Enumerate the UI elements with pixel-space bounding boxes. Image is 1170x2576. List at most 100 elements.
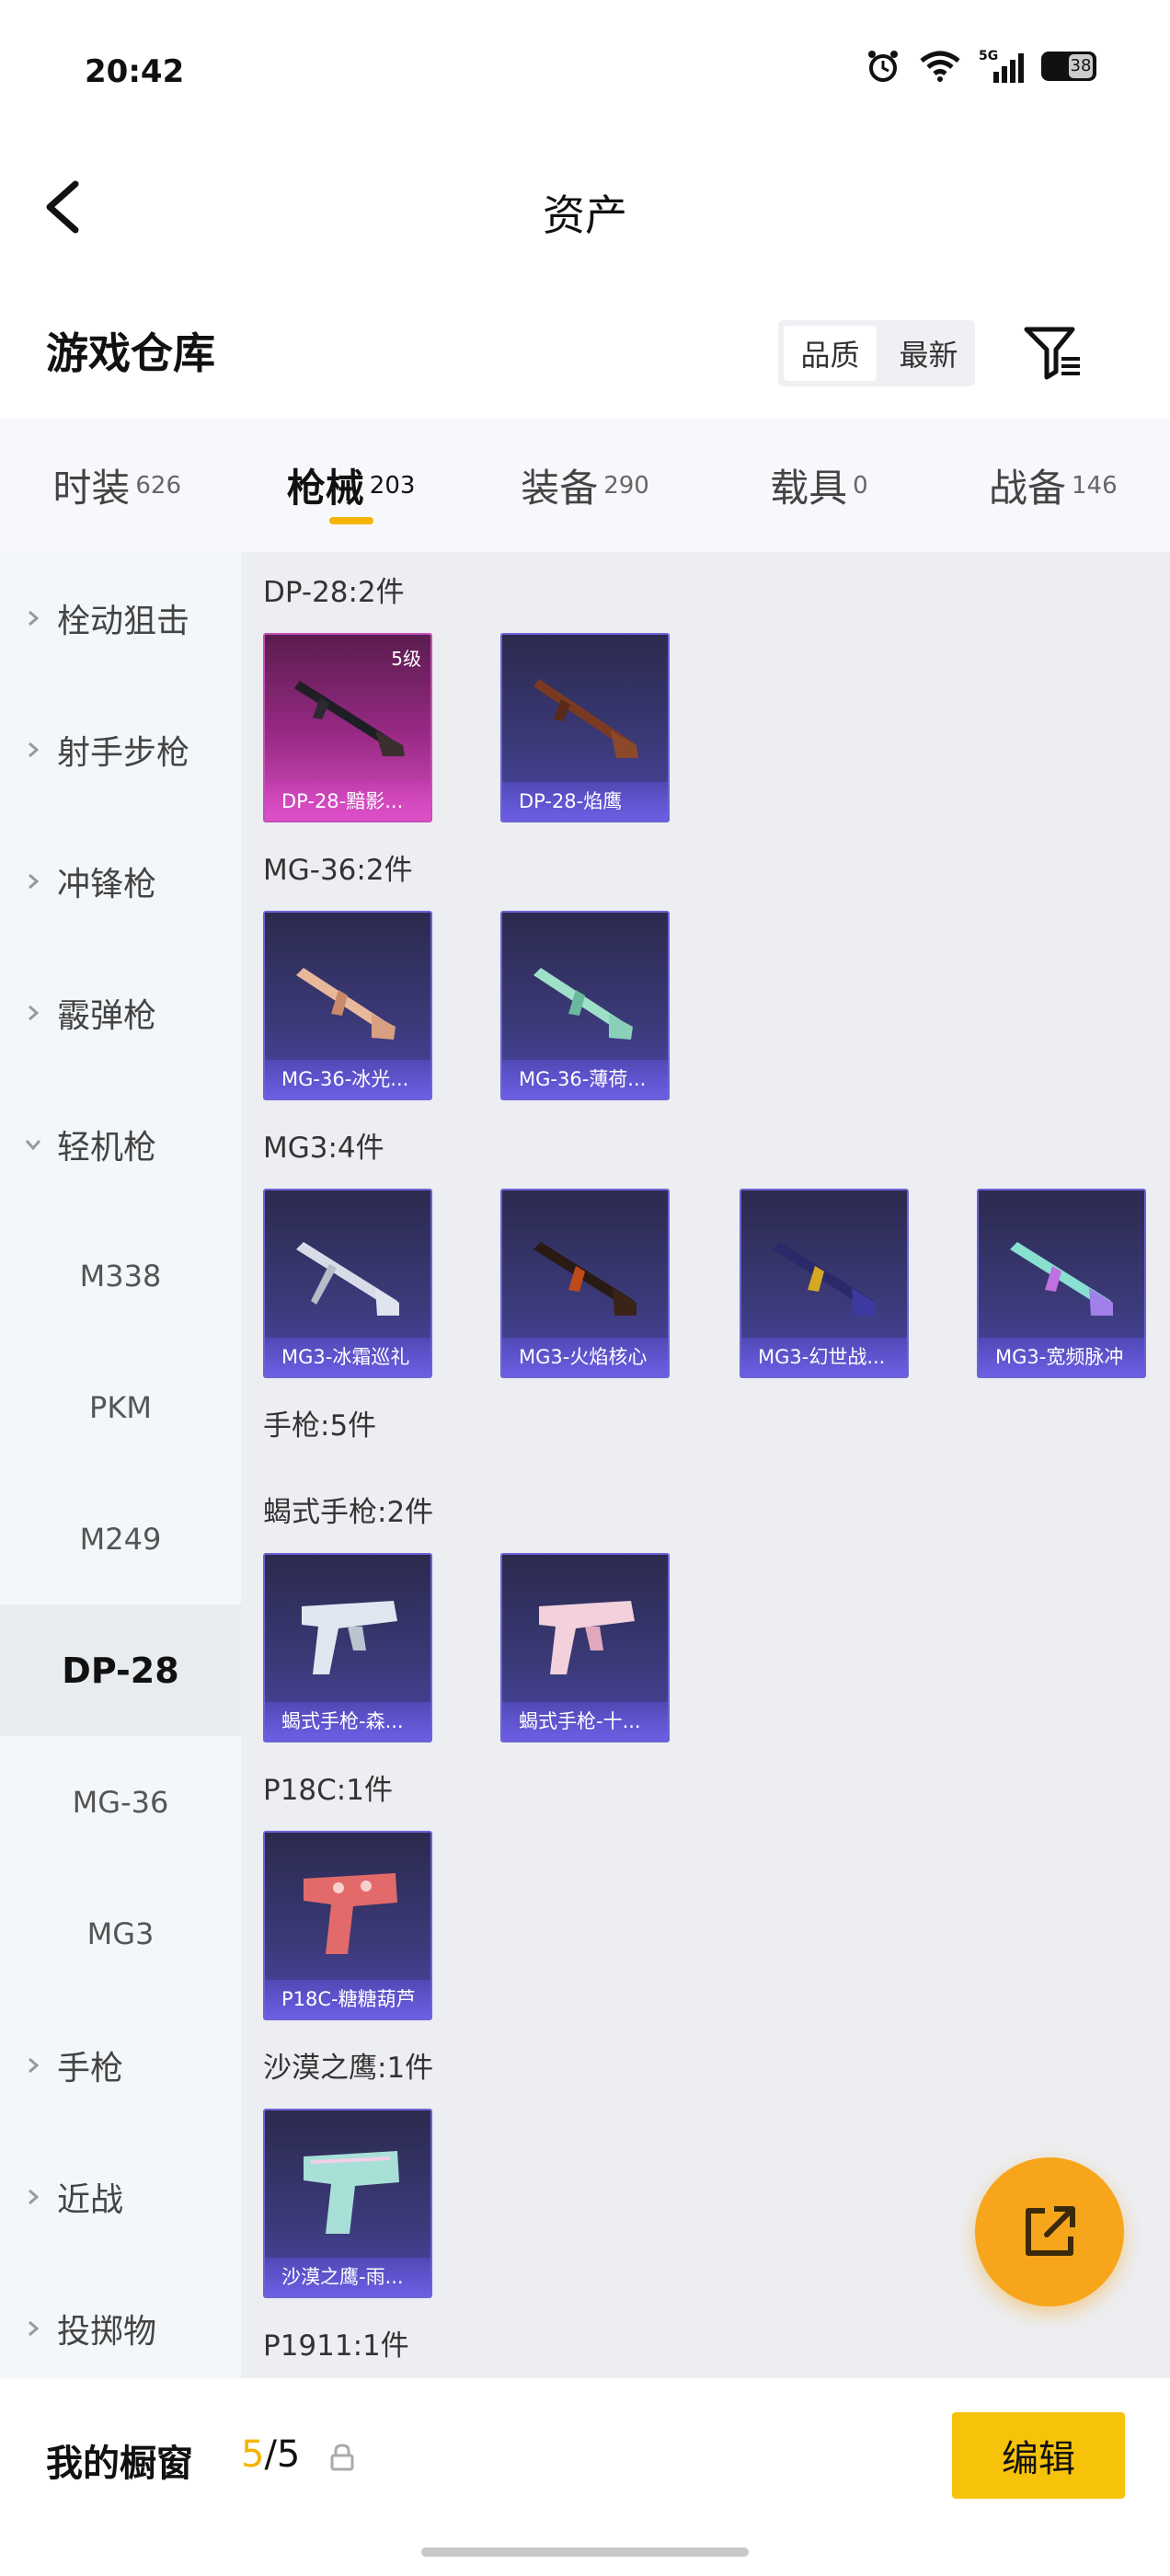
tab-label: 战备 — [989, 466, 1067, 511]
page-title: 资产 — [543, 190, 627, 240]
chevron-down-icon — [25, 1139, 41, 1150]
chevron-right-icon — [29, 2057, 40, 2073]
weapon-card[interactable]: MG3-幻世战... — [740, 1189, 909, 1378]
tab-count: 290 — [603, 471, 649, 500]
weapon-card[interactable]: 蝎式手枪-森... — [263, 1553, 432, 1742]
smg-icon — [302, 1601, 397, 1674]
weapon-card[interactable]: 蝎式手枪-十... — [500, 1553, 670, 1742]
tab-fashion[interactable]: 时装 626 — [0, 419, 234, 552]
group-title: MG3:4件 — [263, 1132, 384, 1165]
share-button[interactable] — [975, 2157, 1124, 2306]
sidebar-item-marksman-rifle[interactable]: 射手步枪 — [0, 684, 241, 815]
alarm-icon — [868, 51, 898, 82]
group-title: 手枪:5件 — [263, 1409, 377, 1443]
tab-count: 203 — [369, 471, 416, 500]
weapon-grid: DP-28:2件 5级 DP-28-黯影... DP-28-焰鹰 MG-36:2… — [241, 552, 1170, 2378]
tab-supplies[interactable]: 战备 146 — [936, 419, 1170, 552]
weapon-name: 蝎式手枪-森... — [265, 1702, 430, 1741]
edit-button[interactable]: 编辑 — [952, 2412, 1125, 2499]
weapon-name: DP-28-黯影... — [265, 782, 430, 821]
weapon-card[interactable]: MG3-宽频脉冲 — [977, 1189, 1146, 1378]
tab-label: 枪械 — [286, 466, 364, 511]
showcase-count: 5/5 — [241, 2433, 300, 2476]
sidebar-item-label: M249 — [79, 1521, 162, 1557]
weapon-name: MG3-宽频脉冲 — [979, 1338, 1144, 1376]
rifle-icon — [533, 968, 633, 1040]
battery-level: 38 — [1069, 54, 1093, 78]
sidebar-item-smg[interactable]: 冲锋枪 — [0, 815, 241, 947]
warehouse-title: 游戏仓库 — [46, 328, 215, 378]
weapon-card[interactable]: MG-36-薄荷... — [500, 911, 670, 1100]
sidebar-item-throwables[interactable]: 投掷物 — [0, 2262, 241, 2394]
weapon-name: MG-36-薄荷... — [502, 1060, 668, 1098]
weapon-card[interactable]: DP-28-焰鹰 — [500, 633, 670, 822]
wifi-icon — [920, 51, 960, 82]
tab-vehicles[interactable]: 载具 0 — [702, 419, 935, 552]
sidebar-item-bolt-sniper[interactable]: 栓动狙击 — [0, 552, 241, 684]
tab-count: 0 — [853, 471, 868, 500]
sidebar-item-lmg[interactable]: 轻机枪 — [0, 1078, 241, 1210]
pistol-icon — [304, 2151, 399, 2234]
showcase-label: 我的橱窗 — [46, 2443, 193, 2485]
group-title: 沙漠之鹰:1件 — [263, 2052, 434, 2085]
showcase-current: 5 — [241, 2433, 265, 2476]
lock-icon — [330, 2444, 354, 2471]
status-bar: 20:42 5G 38 — [0, 0, 1170, 147]
weapon-card[interactable]: MG3-冰霜巡礼 — [263, 1189, 432, 1378]
tab-count: 146 — [1072, 471, 1118, 500]
group-title: DP-28:2件 — [263, 576, 405, 609]
sort-newest-option[interactable]: 最新 — [882, 320, 975, 386]
lmg-icon — [533, 679, 638, 758]
chevron-right-icon — [29, 2320, 40, 2336]
status-icons: 5G 38 — [865, 48, 1096, 85]
filter-icon[interactable] — [1021, 320, 1085, 385]
warehouse-row: 游戏仓库 品质 最新 — [0, 294, 1170, 414]
chevron-right-icon — [29, 742, 40, 757]
sidebar-item-label: MG-36 — [72, 1784, 169, 1820]
sidebar-subitem-mg3[interactable]: MG3 — [0, 1868, 241, 1999]
weapon-card[interactable]: MG3-火焰核心 — [500, 1189, 670, 1378]
sort-quality-option[interactable]: 品质 — [784, 326, 877, 381]
active-tab-indicator — [328, 517, 373, 524]
sidebar-item-label: 投掷物 — [57, 2312, 157, 2351]
lmg-icon — [296, 1242, 399, 1316]
chevron-right-icon — [29, 1005, 40, 1020]
weapon-card[interactable]: P18C-糖糖葫芦 — [263, 1831, 432, 2020]
tab-equipment[interactable]: 装备 290 — [468, 419, 702, 552]
external-link-icon — [1026, 2206, 1075, 2256]
home-indicator[interactable] — [421, 2547, 749, 2557]
group-title: P18C:1件 — [263, 1774, 393, 1807]
signal-5g-icon: 5G — [979, 49, 1024, 83]
smg-icon — [539, 1601, 635, 1674]
tab-guns[interactable]: 枪械 203 — [234, 419, 467, 552]
pistol-icon — [304, 1873, 397, 1954]
weapon-name: 沙漠之鹰-雨... — [265, 2258, 430, 2296]
sidebar-subitem-mg36[interactable]: MG-36 — [0, 1736, 241, 1868]
weapon-card[interactable]: 5级 DP-28-黯影... — [263, 633, 432, 822]
sidebar-subitem-dp28[interactable]: DP-28 — [0, 1604, 241, 1736]
weapon-name: MG3-冰霜巡礼 — [265, 1338, 430, 1376]
sidebar-subitem-pkm[interactable]: PKM — [0, 1341, 241, 1473]
sidebar-item-label: 射手步枪 — [57, 733, 190, 772]
group-title: MG-36:2件 — [263, 854, 413, 887]
weapon-name: 蝎式手枪-十... — [502, 1702, 668, 1741]
sidebar-subitem-m249[interactable]: M249 — [0, 1473, 241, 1604]
sidebar-item-melee[interactable]: 近战 — [0, 2131, 241, 2262]
showcase-total: /5 — [264, 2433, 301, 2476]
lmg-icon — [1010, 1242, 1113, 1316]
weapon-card[interactable]: 沙漠之鹰-雨... — [263, 2109, 432, 2298]
weapon-card[interactable]: MG-36-冰光... — [263, 911, 432, 1100]
tab-label: 装备 — [521, 466, 599, 511]
sidebar-item-shotgun[interactable]: 霰弹枪 — [0, 947, 241, 1078]
lmg-icon — [773, 1242, 876, 1316]
chevron-right-icon — [29, 2189, 40, 2204]
sidebar-item-label: PKM — [89, 1389, 152, 1425]
sidebar-item-label: 冲锋枪 — [57, 865, 157, 903]
sidebar-item-label: 霰弹枪 — [57, 996, 157, 1035]
sidebar-item-label: DP-28 — [62, 1650, 179, 1691]
sort-toggle: 品质 最新 — [778, 320, 975, 386]
sidebar-item-pistol[interactable]: 手枪 — [0, 1999, 241, 2131]
sidebar-subitem-m338[interactable]: M338 — [0, 1210, 241, 1341]
chevron-right-icon — [29, 873, 40, 889]
weapon-name: MG-36-冰光... — [265, 1060, 430, 1098]
